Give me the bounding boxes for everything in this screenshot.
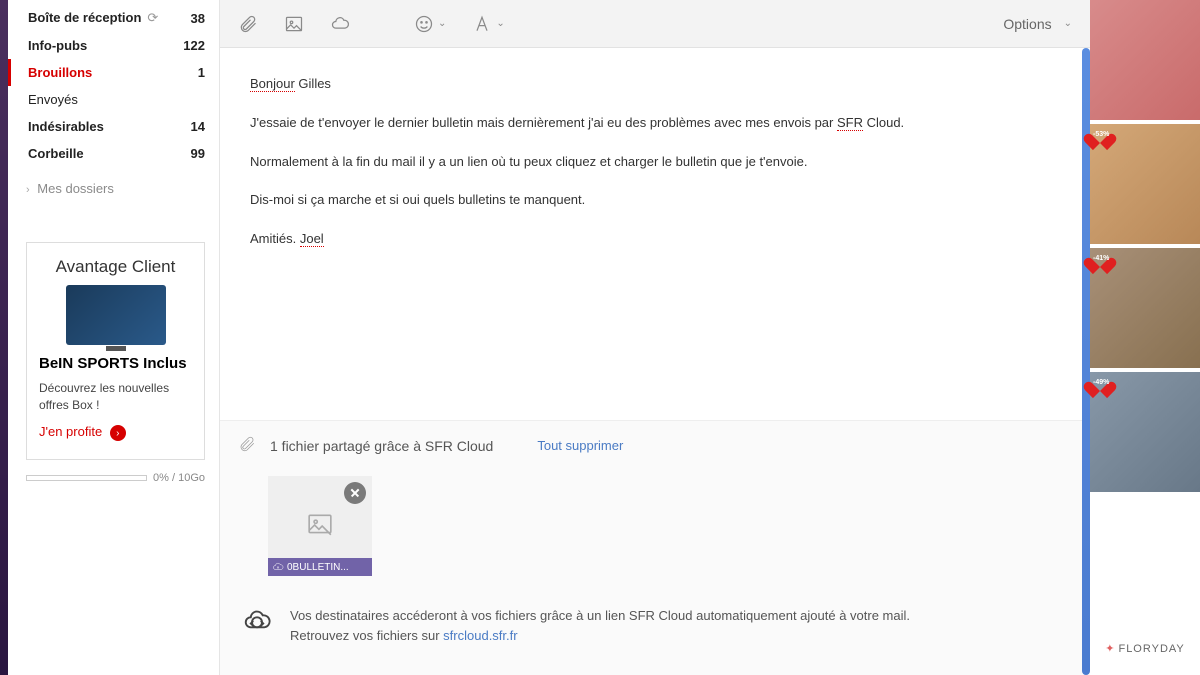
compose-toolbar: ⌄ ⌄ Options ⌄ [220, 0, 1090, 48]
sidebar: Boîte de réception ⟳ 38 Info-pubs 122 Bro… [8, 0, 220, 675]
options-label: Options [1003, 16, 1051, 32]
folder-count: 14 [191, 119, 205, 134]
folder-label: Info-pubs [28, 38, 87, 53]
insert-image-button[interactable] [284, 14, 304, 34]
remove-attachment-button[interactable] [344, 482, 366, 504]
storage-text: 0% / 10Go [153, 472, 205, 484]
cloud-attach-button[interactable] [330, 14, 350, 34]
ad-brand-logo[interactable]: ✦FLORYDAY [1090, 622, 1200, 675]
options-button[interactable]: Options ⌄ [1003, 16, 1072, 32]
folder-count: 99 [191, 146, 205, 161]
discount-badge: -41% [1090, 251, 1110, 269]
ad-image [66, 285, 166, 345]
paperclip-icon [238, 435, 256, 456]
chevron-right-icon: › [26, 184, 30, 196]
my-folders-label: Mes dossiers [37, 181, 114, 196]
folder-trash[interactable]: Corbeille 99 [8, 140, 219, 167]
attachment-filename-bar: 0BULLETIN... [268, 558, 372, 576]
attach-file-button[interactable] [238, 14, 258, 34]
attachment-filename: 0BULLETIN... [287, 562, 349, 573]
ad-tile[interactable] [1090, 0, 1200, 120]
compose-body[interactable]: Bonjour Gilles J'essaie de t'envoyer le … [220, 48, 1090, 420]
storage-bar [26, 475, 147, 481]
attachment-thumbnail[interactable]: 0BULLETIN... [268, 476, 372, 576]
discount-badge: -49% [1090, 375, 1110, 393]
attachments-title: 1 fichier partagé grâce à SFR Cloud [270, 438, 493, 454]
font-format-button[interactable]: ⌄ [472, 14, 504, 34]
folder-label: Corbeille [28, 146, 84, 161]
ad-tile[interactable]: -53% [1090, 124, 1200, 244]
ad-headline: BeIN SPORTS Inclus [39, 355, 192, 372]
ad-tile[interactable]: -49% [1090, 372, 1200, 492]
folder-count: 38 [191, 11, 205, 26]
folder-count: 1 [198, 65, 205, 80]
image-placeholder-icon [304, 512, 336, 543]
delete-all-button[interactable]: Tout supprimer [537, 438, 623, 453]
attachments-header: 1 fichier partagé grâce à SFR Cloud Tout… [238, 435, 1072, 456]
chevron-down-icon: ⌄ [1064, 18, 1072, 29]
ad-cta[interactable]: J'en profite › [39, 424, 192, 442]
body-line: Dis-moi si ça marche et si oui quels bul… [250, 190, 1060, 211]
folder-label: Envoyés [28, 92, 78, 107]
body-line: Normalement à la fin du mail il y a un l… [250, 152, 1060, 173]
storage-meter: 0% / 10Go [26, 472, 205, 484]
right-ad-column: -53% -41% -49% ✦FLORYDAY [1090, 0, 1200, 675]
cloud-note-text: Vos destinataires accéderont à vos fichi… [290, 606, 910, 645]
ad-text: Découvrez les nouvelles offres Box ! [39, 380, 192, 414]
folder-spam[interactable]: Indésirables 14 [8, 113, 219, 140]
ad-tile[interactable]: -41% [1090, 248, 1200, 368]
my-folders-toggle[interactable]: › Mes dossiers [8, 167, 219, 202]
folder-label: Brouillons [28, 65, 92, 80]
discount-badge: -53% [1090, 127, 1110, 145]
emoji-button[interactable]: ⌄ [414, 14, 446, 34]
folder-inbox[interactable]: Boîte de réception ⟳ 38 [8, 4, 219, 32]
window-edge [0, 0, 8, 675]
ad-cta-label: J'en profite [39, 424, 102, 439]
folder-count: 122 [183, 38, 205, 53]
chevron-down-icon: ⌄ [496, 18, 504, 29]
compose-pane: ⌄ ⌄ Options ⌄ Bonjour Gilles J'essaie de… [220, 0, 1090, 675]
folder-infopubs[interactable]: Info-pubs 122 [8, 32, 219, 59]
folder-drafts[interactable]: Brouillons 1 [8, 59, 219, 86]
refresh-icon[interactable]: ⟳ [147, 10, 158, 26]
chevron-down-icon: ⌄ [438, 18, 446, 29]
body-line: J'essaie de t'envoyer le dernier bulleti… [250, 113, 1060, 134]
folder-label: Indésirables [28, 119, 104, 134]
chevron-right-icon: › [110, 425, 126, 441]
folder-list: Boîte de réception ⟳ 38 Info-pubs 122 Bro… [8, 4, 219, 167]
cloud-sync-icon [238, 606, 276, 636]
cloud-note: Vos destinataires accéderont à vos fichi… [238, 606, 1072, 645]
ad-title: Avantage Client [39, 257, 192, 277]
body-line: Amitiés. Joel [250, 229, 1060, 250]
folder-sent[interactable]: Envoyés [8, 86, 219, 113]
body-line: Bonjour Gilles [250, 74, 1060, 95]
folder-label: Boîte de réception [28, 10, 141, 25]
sidebar-ad[interactable]: Avantage Client BeIN SPORTS Inclus Décou… [26, 242, 205, 460]
attachments-section: 1 fichier partagé grâce à SFR Cloud Tout… [220, 420, 1090, 675]
sfrcloud-link[interactable]: sfrcloud.sfr.fr [443, 628, 517, 643]
